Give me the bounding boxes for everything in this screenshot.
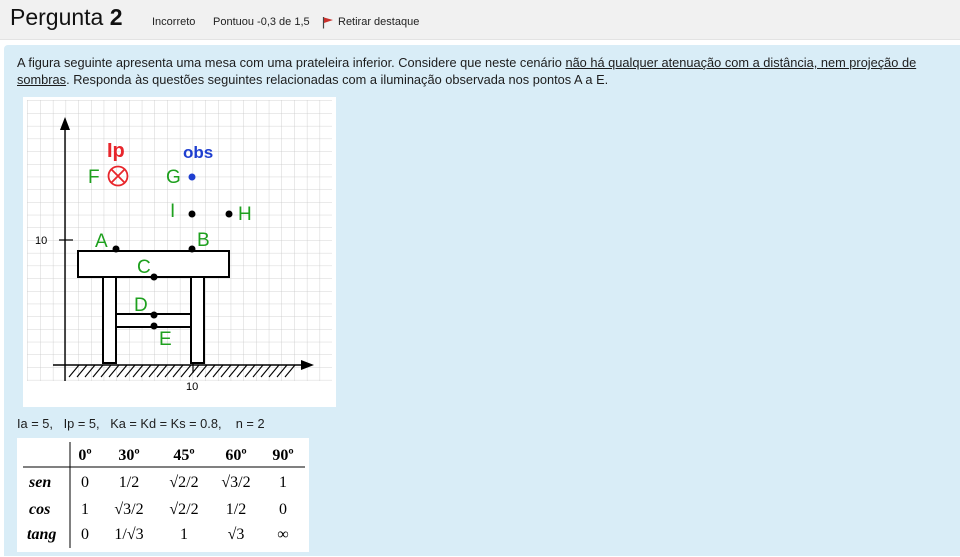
trig-cell: 1/2 xyxy=(226,501,246,518)
parameters-line: Ia = 5, Ip = 5, Ka = Kd = Ks = 0.8, n = … xyxy=(17,416,265,431)
label-f: F xyxy=(88,167,100,188)
trig-cell: 0 xyxy=(279,501,287,518)
trig-table-svg: 0º 30º 45º 60º 90º sen cos tang 0 1/2 √2… xyxy=(23,442,305,548)
label-h: H xyxy=(238,204,252,225)
label-g: G xyxy=(166,167,181,188)
trig-table: 0º 30º 45º 60º 90º sen cos tang 0 1/2 √2… xyxy=(17,438,309,552)
trig-cell: 0 xyxy=(81,474,89,491)
trig-cell: √3/2 xyxy=(114,501,143,518)
remove-flag-link[interactable]: Retirar destaque xyxy=(338,16,419,28)
label-obs: obs xyxy=(183,143,213,162)
trig-row-label-tang: tang xyxy=(27,526,56,543)
trig-cell: √2/2 xyxy=(169,501,198,518)
question-text-before: A figura seguinte apresenta uma mesa com… xyxy=(17,55,566,70)
point-h xyxy=(225,210,233,218)
trig-row-label-sen: sen xyxy=(28,474,51,491)
scene-figure: 10 10 Ip F obs G I H A B C D E xyxy=(23,97,336,407)
trig-header-45: 45º xyxy=(173,447,194,464)
y-tick-label: 10 xyxy=(35,235,47,247)
trig-header-30: 30º xyxy=(118,447,139,464)
scene-diagram: 10 10 Ip F obs G I H A B C D E xyxy=(27,100,332,393)
table-top xyxy=(77,250,230,278)
point-g xyxy=(188,173,196,181)
trig-row-label-cos: cos xyxy=(29,501,50,518)
point-i xyxy=(188,210,196,218)
table-leg-left xyxy=(102,276,117,364)
trig-cell: 1 xyxy=(81,501,89,518)
status-label: Incorreto xyxy=(152,16,196,28)
label-c: C xyxy=(137,257,151,278)
question-title: Pergunta 2 xyxy=(10,4,123,31)
label-e: E xyxy=(159,329,172,350)
trig-header-60: 60º xyxy=(225,447,246,464)
point-c xyxy=(150,273,158,281)
trig-header-0: 0º xyxy=(78,447,91,464)
x-tick-label: 10 xyxy=(186,381,198,393)
trig-cell: 1 xyxy=(180,526,188,543)
table-leg-right xyxy=(190,276,205,364)
label-a: A xyxy=(95,231,108,252)
trig-cell: √2/2 xyxy=(169,474,198,491)
score-label: Pontuou -0,3 de 1,5 xyxy=(213,16,310,28)
label-b: B xyxy=(197,230,210,251)
point-e xyxy=(150,322,158,330)
question-number: 2 xyxy=(109,4,123,30)
trig-cell: √3 xyxy=(228,526,245,543)
trig-header-90: 90º xyxy=(272,447,293,464)
label-i: I xyxy=(170,201,175,222)
point-d xyxy=(150,311,158,319)
question-text-after: . Responda às questões seguintes relacio… xyxy=(66,72,609,87)
question-text: A figura seguinte apresenta uma mesa com… xyxy=(17,54,942,88)
trig-cell: √3/2 xyxy=(221,474,250,491)
trig-cell: 1/√3 xyxy=(114,526,143,543)
trig-cell: 1 xyxy=(279,474,287,491)
point-a xyxy=(112,245,120,253)
flag-icon[interactable] xyxy=(322,16,334,29)
point-b xyxy=(188,245,196,253)
question-header: Pergunta 2 Incorreto Pontuou -0,3 de 1,5… xyxy=(0,0,960,40)
trig-cell: 0 xyxy=(81,526,89,543)
question-title-prefix: Pergunta xyxy=(10,4,104,30)
trig-cell: ∞ xyxy=(277,526,288,543)
trig-cell: 1/2 xyxy=(119,474,139,491)
label-ip: Ip xyxy=(107,140,125,162)
label-d: D xyxy=(134,295,148,316)
